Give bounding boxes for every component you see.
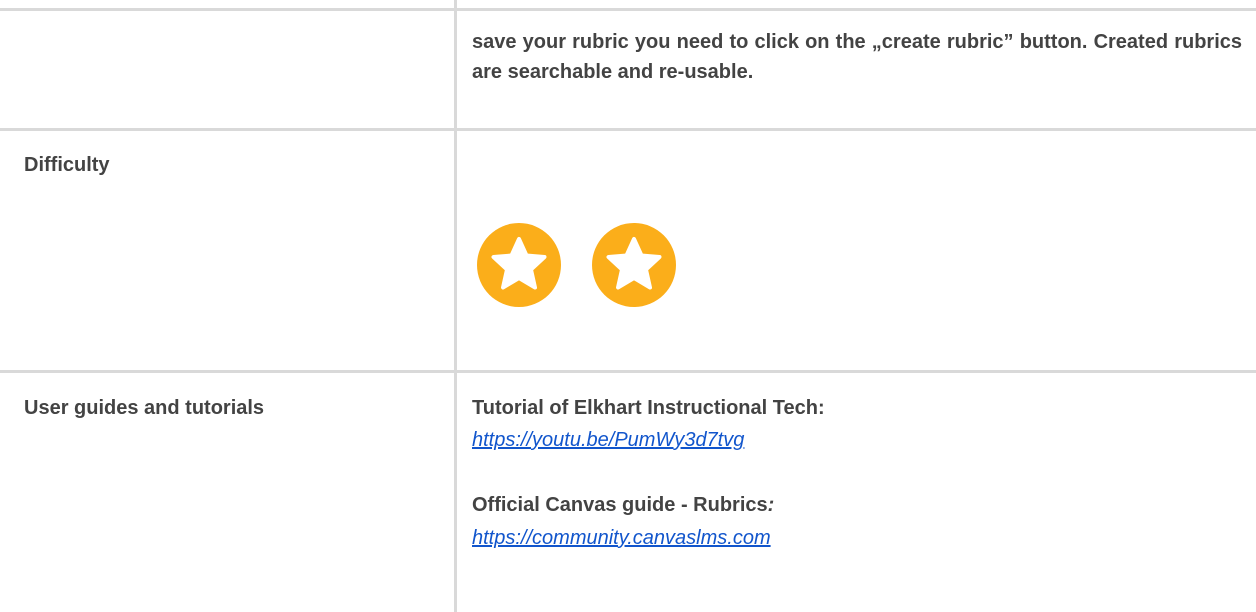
canvas-guide-link[interactable]: https://community.canvaslms.com: [472, 523, 771, 553]
user-guides-label: User guides and tutorials: [24, 397, 265, 419]
table-border-top: [0, 8, 1256, 11]
tutorial-link[interactable]: https://youtu.be/PumWy3d7tvg: [472, 425, 744, 455]
guide-title-colon: :: [767, 494, 775, 516]
rubric-description-text: save your rubric you need to click on th…: [472, 31, 1242, 83]
row-divider-1: [0, 128, 1256, 131]
guide-title-line: Official Canvas guide - Rubrics:: [472, 490, 774, 520]
column-divider: [454, 0, 457, 612]
star-icon: [592, 223, 676, 307]
star-icon: [477, 223, 561, 307]
guide-title: Official Canvas guide - Rubrics: [472, 494, 768, 516]
difficulty-label: Difficulty: [24, 154, 110, 176]
row-divider-2: [0, 370, 1256, 373]
tutorial-title: Tutorial of Elkhart Instructional Tech:: [472, 397, 825, 419]
document-table: save your rubric you need to click on th…: [0, 0, 1256, 612]
